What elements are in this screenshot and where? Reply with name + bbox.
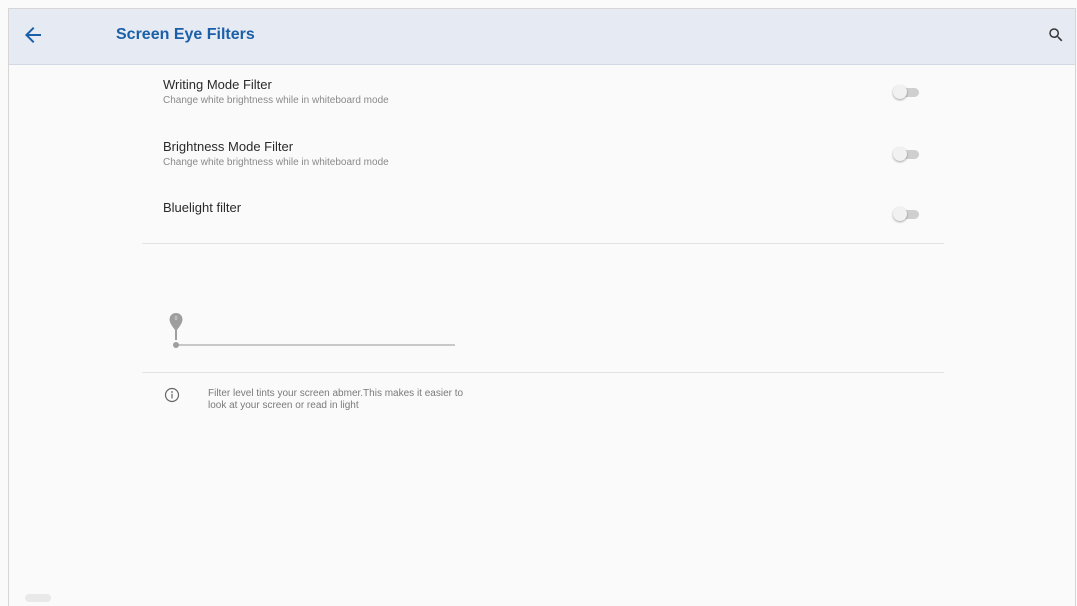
search-icon bbox=[1049, 28, 1063, 42]
screen-eye-filters-window: Screen Eye Filters Writing Mode Filter C… bbox=[8, 8, 1076, 606]
toggle-thumb bbox=[893, 147, 907, 161]
slider-thumb[interactable] bbox=[173, 342, 179, 348]
search-button[interactable] bbox=[1047, 26, 1065, 44]
setting-title: Bluelight filter bbox=[163, 200, 242, 215]
writing-mode-filter-toggle[interactable] bbox=[893, 85, 919, 99]
setting-subtitle: Change white brightness while in whitebo… bbox=[163, 95, 389, 106]
bluelight-filter-toggle[interactable] bbox=[893, 207, 919, 221]
corner-artifact bbox=[25, 594, 51, 602]
toggle-thumb bbox=[893, 207, 907, 221]
brightness-mode-filter-row[interactable]: Brightness Mode Filter Change white brig… bbox=[163, 139, 923, 179]
setting-title: Writing Mode Filter bbox=[163, 77, 272, 92]
divider bbox=[142, 372, 944, 373]
info-icon bbox=[164, 387, 180, 403]
setting-subtitle: Change white brightness while in whitebo… bbox=[163, 157, 389, 168]
info-text-line: look at your screen or read in light bbox=[208, 400, 359, 411]
arrow-left-icon bbox=[25, 27, 41, 43]
toggle-thumb bbox=[893, 85, 907, 99]
info-text: Filter level tints your screen abmer.Thi… bbox=[208, 388, 538, 412]
back-button[interactable] bbox=[21, 23, 45, 47]
writing-mode-filter-row[interactable]: Writing Mode Filter Change white brightn… bbox=[163, 77, 923, 117]
slider-value-label: 0 bbox=[174, 316, 178, 322]
setting-title: Brightness Mode Filter bbox=[163, 139, 294, 154]
app-bar: Screen Eye Filters bbox=[9, 9, 1075, 65]
bluelight-filter-row[interactable]: Bluelight filter bbox=[163, 200, 923, 240]
page-title: Screen Eye Filters bbox=[116, 26, 255, 43]
divider bbox=[142, 243, 944, 244]
filter-level-slider[interactable]: 0 bbox=[169, 312, 459, 354]
brightness-mode-filter-toggle[interactable] bbox=[893, 147, 919, 161]
slider-track bbox=[176, 344, 455, 346]
info-text-line: Filter level tints your screen abmer.Thi… bbox=[208, 388, 464, 399]
